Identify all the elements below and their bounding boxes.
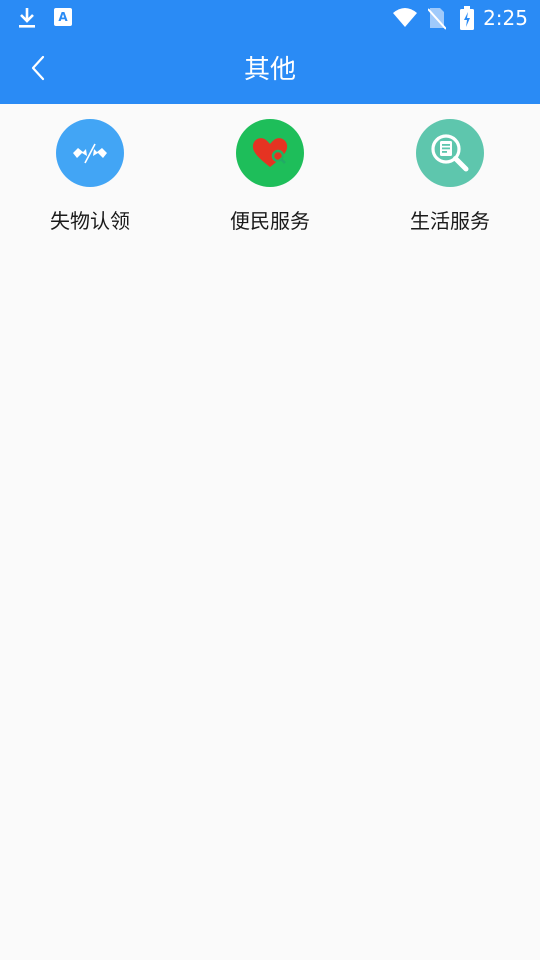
status-time: 2:25 xyxy=(483,6,528,30)
status-bar: A 2:25 xyxy=(0,0,540,36)
chevron-left-icon xyxy=(30,54,46,86)
page-title: 其他 xyxy=(243,55,296,85)
back-button[interactable] xyxy=(18,50,58,90)
document-search-icon xyxy=(416,119,484,187)
grid-item-lost-and-found[interactable]: 失物认领 xyxy=(0,104,180,244)
grid-item-label: 便民服务 xyxy=(230,209,310,233)
text-input-icon: A xyxy=(54,6,72,32)
service-grid: 失物认领 便民服务 生活服务 xyxy=(0,104,540,244)
download-icon xyxy=(16,6,38,34)
toolbar: 其他 xyxy=(0,36,540,104)
heart-search-icon xyxy=(236,119,304,187)
no-sim-icon xyxy=(427,6,447,34)
app-header: A 2:25 其他 xyxy=(0,0,540,104)
battery-charging-icon xyxy=(460,6,474,34)
grid-item-convenience-service[interactable]: 便民服务 xyxy=(180,104,360,244)
wifi-icon xyxy=(392,6,418,32)
grid-item-life-service[interactable]: 生活服务 xyxy=(360,104,540,244)
grid-item-label: 生活服务 xyxy=(410,209,490,233)
grid-item-label: 失物认领 xyxy=(50,209,130,233)
svg-text:A: A xyxy=(58,10,68,24)
flags-icon xyxy=(56,119,124,187)
